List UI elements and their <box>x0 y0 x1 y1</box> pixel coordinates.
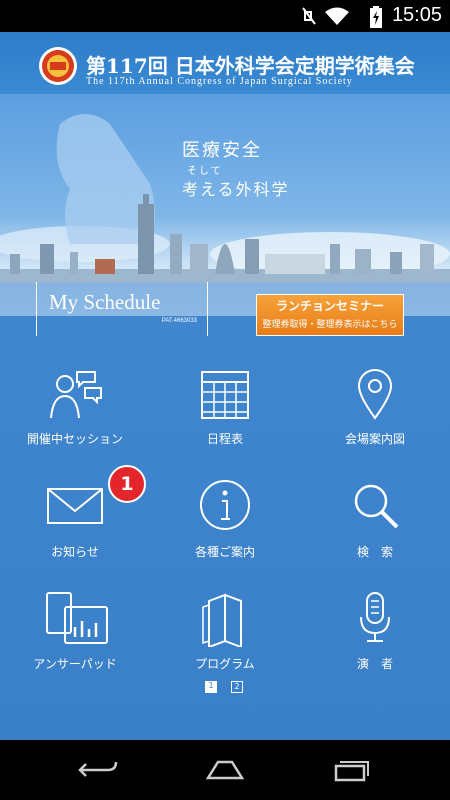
hero-subheadline: 考える外科学 <box>182 180 290 199</box>
menu-search[interactable]: 検 索 <box>300 479 450 589</box>
back-icon[interactable] <box>76 758 120 782</box>
luncheon-seminar-subtitle: 整理券取得・整理券表示はこちら <box>262 320 398 330</box>
menu-schedule[interactable]: 日程表 <box>150 366 300 476</box>
recent-apps-icon[interactable] <box>328 758 372 782</box>
congress-title-english: The 117th Annual Congress of Japan Surgi… <box>86 76 353 87</box>
menu-news-label: お知らせ <box>51 545 99 559</box>
menu-answer-pad-label: アンサーパッド <box>33 657 117 671</box>
page-indicator: 1 2 <box>0 681 450 695</box>
people-chat-icon <box>50 371 102 419</box>
wifi-icon <box>325 7 349 25</box>
map-pin-icon <box>357 369 393 420</box>
mute-icon <box>302 7 316 25</box>
menu-information[interactable]: 各種ご案内 <box>150 479 300 589</box>
envelope-icon <box>47 488 103 524</box>
my-schedule-label: My Schedule <box>49 290 161 314</box>
battery-charging-icon <box>370 6 382 28</box>
congress-title: 第117回 日本外科学会定期学術集会 <box>86 54 415 78</box>
navigation-bar <box>0 740 450 800</box>
menu-schedule-label: 日程表 <box>206 432 243 446</box>
menu-venue-map-label: 会場案内図 <box>344 432 405 446</box>
page-dot-2[interactable]: 2 <box>231 681 243 693</box>
menu-venue-map[interactable]: 会場案内図 <box>300 366 450 476</box>
home-icon[interactable] <box>200 758 250 782</box>
status-time: 15:05 <box>391 4 442 26</box>
menu-search-label: 検 索 <box>356 545 393 559</box>
answer-pad-icon <box>46 592 108 644</box>
patent-number: PAT.4663033 <box>161 318 197 324</box>
app-screen: 第117回 日本外科学会定期学術集会 The 117th Annual Cong… <box>0 32 450 740</box>
info-icon <box>200 480 250 530</box>
calendar-icon <box>201 371 249 419</box>
menu-speakers-label: 演 者 <box>356 657 393 671</box>
search-icon <box>354 484 399 529</box>
my-schedule-button[interactable]: My Schedule PAT.4663033 <box>36 282 208 336</box>
news-notification-badge: 1 <box>108 465 146 503</box>
menu-program-label: プログラム <box>195 657 255 671</box>
menu-sessions[interactable]: 開催中セッション <box>0 366 150 476</box>
hero-headline: 医療安全 <box>182 140 262 161</box>
menu-sessions-label: 開催中セッション <box>26 432 123 446</box>
page-dot-1[interactable]: 1 <box>205 681 217 693</box>
luncheon-seminar-button[interactable]: ランチョンセミナー 整理券取得・整理券表示はこちら <box>256 294 404 336</box>
menu-information-label: 各種ご案内 <box>194 545 255 559</box>
banner-row: My Schedule PAT.4663033 ランチョンセミナー 整理券取得・… <box>0 282 450 340</box>
luncheon-seminar-title: ランチョンセミナー <box>275 299 384 313</box>
program-book-icon <box>202 593 242 647</box>
hero-connector: そして <box>187 166 223 177</box>
congress-logo-icon <box>39 47 77 85</box>
app-header: 第117回 日本外科学会定期学術集会 The 117th Annual Cong… <box>0 32 450 94</box>
status-bar: 15:05 <box>0 0 450 32</box>
microphone-icon <box>360 592 390 642</box>
